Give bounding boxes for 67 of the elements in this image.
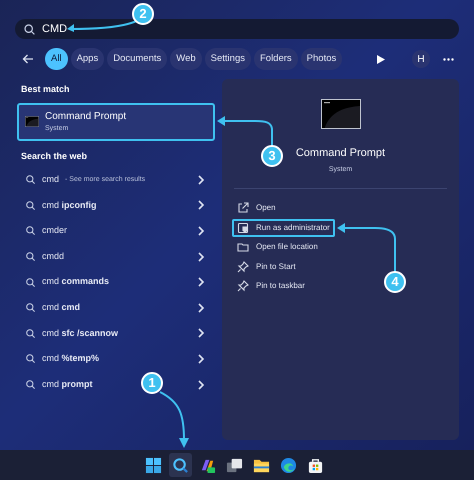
terminal-window-icon: [25, 116, 39, 127]
action-item[interactable]: Open file location: [232, 238, 323, 256]
suggestion-text[interactable]: cmd commands: [42, 275, 110, 289]
chevron-right-icon: [197, 276, 205, 288]
filter-tab[interactable]: Web: [170, 48, 202, 70]
account-button[interactable]: H: [412, 50, 430, 68]
filter-tab[interactable]: All: [45, 48, 68, 70]
chevron-right-icon: [197, 199, 205, 212]
search-icon: [25, 225, 36, 236]
pin-icon: [237, 280, 249, 292]
suggestion-text[interactable]: cmd sfc /scannow: [42, 326, 118, 340]
filter-tab[interactable]: Photos: [300, 48, 342, 70]
search-icon: [25, 302, 36, 314]
chevron-right-icon: [197, 327, 205, 340]
action-item[interactable]: Pin to taskbar: [232, 277, 310, 296]
search-icon: [25, 276, 36, 288]
shield-window-icon: [237, 222, 249, 234]
filter-tab[interactable]: Documents: [107, 48, 168, 70]
action-item[interactable]: Pin to Start: [232, 258, 301, 276]
shopping-bag-icon[interactable]: [306, 456, 324, 474]
search-field[interactable]: CMD: [15, 19, 459, 39]
chevron-right-icon: [197, 302, 205, 314]
search-icon: [25, 200, 36, 211]
wave-circle-icon[interactable]: [280, 456, 296, 474]
taskbar-button[interactable]: [168, 453, 192, 477]
filter-tab[interactable]: Apps: [70, 48, 104, 70]
callout-arrow: [158, 390, 190, 450]
action-item[interactable]: Run as administrator: [232, 218, 335, 237]
search-icon: [25, 328, 36, 339]
step-number-badge: 1: [141, 372, 163, 394]
suggestion-text[interactable]: cmd ipconfig: [42, 198, 97, 212]
external-link-icon: [237, 202, 249, 214]
callout-arrow: [215, 114, 275, 146]
stacked-windows-icon[interactable]: [226, 456, 242, 474]
filter-tab[interactable]: Folders: [254, 48, 298, 70]
suggestion-text[interactable]: cmder: [42, 224, 68, 238]
back-arrow-icon[interactable]: [22, 53, 34, 65]
chevron-right-icon: [197, 378, 205, 391]
windows-logo-icon[interactable]: [144, 456, 162, 474]
search-icon: [25, 379, 36, 390]
callout-arrow: [335, 222, 398, 272]
search-icon: [25, 174, 36, 186]
chevron-right-icon: [197, 174, 205, 186]
suggestion-text[interactable]: cmd prompt: [42, 378, 93, 392]
chevron-right-icon: [197, 224, 205, 237]
section-heading: Search the web: [20, 150, 88, 162]
more-options-icon[interactable]: [443, 58, 454, 60]
chevron-right-icon: [197, 250, 205, 263]
terminal-window-icon: [320, 99, 360, 129]
pin-icon: [237, 260, 249, 273]
result-title: Command Prompt: [45, 110, 126, 124]
action-item[interactable]: Open: [232, 199, 281, 218]
search-icon: [25, 353, 36, 364]
suggestion-text[interactable]: cmd: [42, 173, 60, 187]
app-title: Command Prompt: [296, 146, 386, 161]
chevron-right-icon: [197, 352, 205, 365]
suggestion-text[interactable]: cmd cmd: [42, 301, 80, 315]
play-icon[interactable]: [377, 54, 385, 64]
suggestion-text[interactable]: cmdd: [42, 250, 64, 264]
step-number-badge: 2: [132, 3, 154, 25]
suggestion-text[interactable]: cmd %temp%: [42, 352, 100, 366]
section-heading: Best match: [20, 83, 71, 96]
search-icon: [25, 251, 36, 262]
folder-icon: [237, 241, 249, 254]
search-icon: [23, 22, 36, 36]
filter-tab[interactable]: Settings: [204, 48, 251, 70]
search-icon[interactable]: [172, 456, 188, 474]
